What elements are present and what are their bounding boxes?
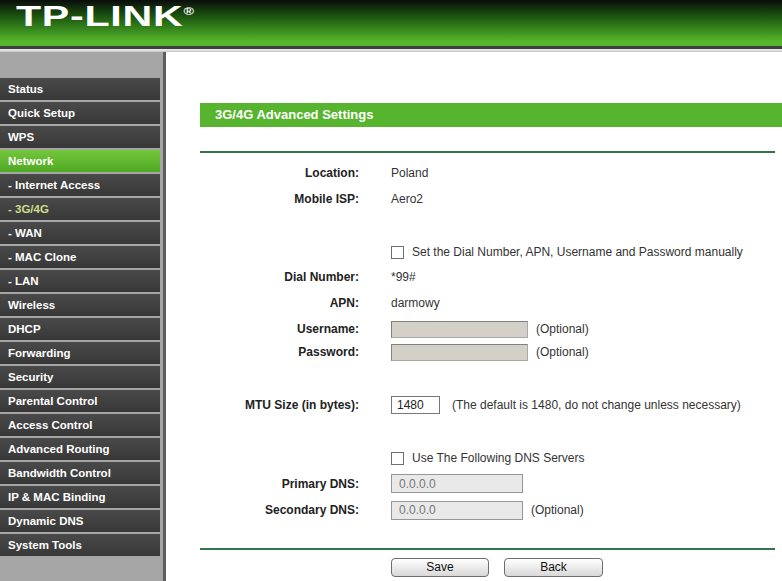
sidebar-item-status[interactable]: Status bbox=[0, 78, 160, 100]
sidebar-item-system-tools[interactable]: System Tools bbox=[0, 534, 160, 556]
sidebar-item-ip-mac-binding[interactable]: IP & MAC Binding bbox=[0, 486, 160, 508]
dial-number-row: Dial Number: *99# bbox=[166, 267, 782, 287]
apn-row: APN: darmowy bbox=[166, 293, 782, 313]
apn-value: darmowy bbox=[391, 293, 782, 313]
top-banner: TP-LINK® bbox=[0, 0, 782, 46]
sidebar-item-access-control[interactable]: Access Control bbox=[0, 414, 160, 436]
sidebar-item-parental-control[interactable]: Parental Control bbox=[0, 390, 160, 412]
primary-dns-input[interactable] bbox=[391, 474, 523, 493]
username-label: Username: bbox=[166, 319, 359, 339]
location-value: Poland bbox=[391, 163, 782, 183]
location-row: Location: Poland bbox=[166, 163, 782, 183]
password-row: Password: (Optional) bbox=[166, 342, 782, 362]
mtu-row: MTU Size (in bytes): (The default is 148… bbox=[166, 395, 782, 415]
username-input[interactable] bbox=[391, 321, 528, 338]
sidebar-item-mac-clone[interactable]: - MAC Clone bbox=[0, 246, 160, 268]
mtu-input[interactable] bbox=[391, 396, 440, 414]
sidebar-item-advanced-routing[interactable]: Advanced Routing bbox=[0, 438, 160, 460]
trademark-symbol: ® bbox=[183, 6, 193, 17]
separator-bottom bbox=[200, 548, 775, 550]
secondary-dns-row: Secondary DNS: (Optional) bbox=[166, 500, 782, 520]
password-label: Password: bbox=[166, 342, 359, 362]
sidebar-item-wan[interactable]: - WAN bbox=[0, 222, 160, 244]
dial-number-label: Dial Number: bbox=[166, 267, 359, 287]
mobile-isp-label: Mobile ISP: bbox=[166, 189, 359, 209]
sidebar-item-internet-access[interactable]: - Internet Access bbox=[0, 174, 160, 196]
sidebar-item-forwarding[interactable]: Forwarding bbox=[0, 342, 160, 364]
sidebar-menu: StatusQuick SetupWPSNetwork- Internet Ac… bbox=[0, 52, 166, 581]
password-input[interactable] bbox=[391, 344, 528, 361]
page-title: 3G/4G Advanced Settings bbox=[200, 103, 782, 127]
sidebar-item-bandwidth-control[interactable]: Bandwidth Control bbox=[0, 462, 160, 484]
sidebar-item-dhcp[interactable]: DHCP bbox=[0, 318, 160, 340]
sidebar-item-wps[interactable]: WPS bbox=[0, 126, 160, 148]
username-row: Username: (Optional) bbox=[166, 319, 782, 339]
sidebar-item-security[interactable]: Security bbox=[0, 366, 160, 388]
dns-servers-label: Use The Following DNS Servers bbox=[412, 448, 585, 468]
manual-settings-label: Set the Dial Number, APN, Username and P… bbox=[412, 242, 743, 262]
separator-top bbox=[200, 151, 775, 153]
sidebar-item-3g4g[interactable]: - 3G/4G bbox=[0, 198, 160, 220]
dial-number-value: *99# bbox=[391, 267, 782, 287]
mtu-note: (The default is 1480, do not change unle… bbox=[452, 395, 741, 415]
tplink-logo: TP-LINK® bbox=[16, 0, 194, 33]
sidebar-item-wireless[interactable]: Wireless bbox=[0, 294, 160, 316]
location-label: Location: bbox=[166, 163, 359, 183]
dns-servers-checkbox[interactable] bbox=[391, 452, 404, 465]
manual-settings-checkbox[interactable] bbox=[391, 246, 404, 259]
mtu-label: MTU Size (in bytes): bbox=[166, 395, 359, 415]
sidebar-item-network[interactable]: Network bbox=[0, 150, 160, 172]
sidebar-item-lan[interactable]: - LAN bbox=[0, 270, 160, 292]
secondary-dns-input[interactable] bbox=[391, 501, 523, 520]
primary-dns-label: Primary DNS: bbox=[166, 474, 359, 494]
dns-toggle-row: Use The Following DNS Servers bbox=[166, 448, 782, 468]
apn-label: APN: bbox=[166, 293, 359, 313]
save-button[interactable]: Save bbox=[391, 558, 489, 577]
secondary-dns-optional-note: (Optional) bbox=[531, 500, 584, 520]
sidebar-item-dynamic-dns[interactable]: Dynamic DNS bbox=[0, 510, 160, 532]
password-optional-note: (Optional) bbox=[536, 342, 589, 362]
sidebar-item-quick-setup[interactable]: Quick Setup bbox=[0, 102, 160, 124]
secondary-dns-label: Secondary DNS: bbox=[166, 500, 359, 520]
username-optional-note: (Optional) bbox=[536, 319, 589, 339]
mobile-isp-row: Mobile ISP: Aero2 bbox=[166, 189, 782, 209]
mobile-isp-value: Aero2 bbox=[391, 189, 782, 209]
manual-settings-row: Set the Dial Number, APN, Username and P… bbox=[166, 242, 782, 262]
primary-dns-row: Primary DNS: bbox=[166, 474, 782, 494]
back-button[interactable]: Back bbox=[504, 558, 603, 577]
main-content: 3G/4G Advanced Settings Location: Poland… bbox=[166, 52, 782, 581]
